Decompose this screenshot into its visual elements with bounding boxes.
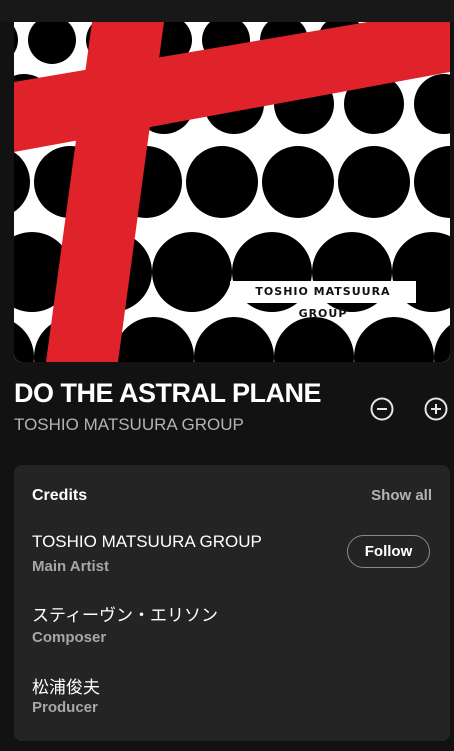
credit-role-main-artist: Main Artist [32,558,109,575]
minus-circle-icon[interactable] [370,397,394,421]
cover-artist-label: TOSHIO MATSUURA GROUP [230,281,416,320]
credits-card: Credits Show all TOSHIO MATSUURA GROUP M… [14,465,450,741]
track-title: DO THE ASTRAL PLANE [14,378,322,408]
credit-name-main-artist[interactable]: TOSHIO MATSUURA GROUP [32,532,262,552]
credit-name-composer: スティーヴン・エリソン [32,606,218,625]
credit-name-producer: 松浦俊夫 [32,678,100,697]
top-bar [0,0,454,22]
album-art-graphic [14,22,450,362]
track-artist[interactable]: TOSHIO MATSUURA GROUP [14,415,244,435]
credits-heading: Credits [32,487,88,504]
album-cover: TOSHIO MATSUURA GROUP [14,22,450,362]
credit-role-composer: Composer [32,629,107,646]
follow-button[interactable]: Follow [347,535,430,568]
plus-circle-icon[interactable] [424,397,448,421]
show-all-link[interactable]: Show all [371,487,432,504]
credit-role-producer: Producer [32,699,98,716]
